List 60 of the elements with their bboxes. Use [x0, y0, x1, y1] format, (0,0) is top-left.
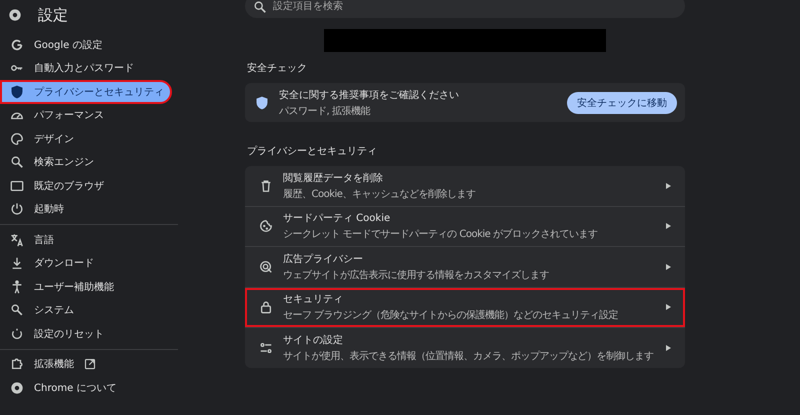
sidebar-item[interactable]: デザイン [0, 127, 172, 150]
translate-icon [10, 232, 24, 247]
row-title: サイトの設定 [283, 334, 344, 347]
sidebar-item[interactable]: Google の設定 [0, 33, 172, 56]
search-field[interactable]: 設定項目を検索 [245, 0, 685, 18]
sidebar-item[interactable]: 設定のリセット [0, 322, 172, 346]
cookie-icon [259, 219, 273, 234]
sidebar-item[interactable]: パフォーマンス [0, 104, 172, 127]
section-heading: 安全チェック [247, 62, 308, 75]
card-title: 安全に関する推奨事項をご確認ください [279, 88, 460, 102]
row-title: サードパーティ Cookie [283, 212, 392, 226]
window-icon [10, 178, 24, 193]
palette-icon [10, 132, 24, 146]
shield-icon [255, 96, 269, 110]
settings-row[interactable]: 閲覧履歴データを削除 履歴、Cookie、キャッシュなどを削除します [245, 166, 685, 206]
card-subtitle: パスワード, 拡張機能 [279, 104, 372, 118]
accessibility-icon [10, 280, 24, 294]
caret-icon [666, 223, 671, 230]
caret-icon [666, 264, 671, 270]
safety-check-button[interactable]: 安全チェックに移動 [567, 92, 677, 114]
search-icon [253, 0, 267, 14]
sidebar-item[interactable]: 自動入力とパスワード [0, 56, 172, 80]
letter-g-icon [10, 38, 24, 52]
sidebar-item[interactable]: ユーザー補助機能 [0, 275, 172, 298]
app-title: 設定 [38, 6, 68, 24]
sidebar-item[interactable]: 起動時 [0, 198, 172, 221]
row-subtitle: サイトが使用、表示できる情報（位置情報、カメラ、ポップアップなど）を制御します [283, 350, 654, 363]
row-subtitle: セーフ ブラウジング（危険なサイトからの保護機能）などのセキュリティ設定 [283, 308, 620, 322]
search-icon [10, 155, 24, 170]
download-icon [10, 256, 24, 270]
sidebar-item[interactable]: プライバシーとセキュリティ [0, 80, 172, 104]
settings-row[interactable]: セキュリティ セーフ ブラウジング（危険なサイトからの保護機能）などのセキュリティ設定 [245, 288, 685, 327]
lock-icon [259, 300, 273, 314]
row-subtitle: シークレット モードでサードパーティの Cookie がブロックされています [283, 228, 598, 242]
sidebar-item[interactable]: ダウンロード [0, 252, 172, 275]
row-title: 閲覧履歴データを削除 [283, 172, 384, 185]
row-title: セキュリティ [283, 293, 344, 306]
row-subtitle: ウェブサイトが広告表示に使用する情報をカスタマイズします [283, 268, 550, 282]
settings-row[interactable]: サイトの設定 サイトが使用、表示できる情報（位置情報、カメラ、ポップアップなど）を制御します [245, 328, 685, 368]
caret-icon [666, 304, 671, 310]
target-icon [259, 260, 273, 274]
puzzle-icon [10, 357, 24, 372]
section-heading: プライバシーとセキュリティ [247, 144, 378, 158]
row-title: 広告プライバシー [283, 252, 364, 266]
sliders-icon [259, 340, 273, 355]
sidebar-item[interactable]: 拡張機能 [0, 352, 172, 376]
settings-row[interactable]: 広告プライバシー ウェブサイトが広告表示に使用する情報をカスタマイズします [245, 247, 685, 286]
settings-row[interactable]: サードパーティ Cookie シークレット モードでサードパーティの Cookie がブロックされています [245, 206, 685, 246]
row-subtitle: 履歴、Cookie、キャッシュなどを削除します [283, 188, 476, 201]
sidebar-item[interactable]: システム [0, 298, 172, 322]
reset-icon [10, 326, 24, 341]
sidebar-item[interactable]: Chrome について [0, 376, 172, 400]
sidebar-item[interactable]: 言語 [0, 228, 172, 252]
caret-icon [666, 182, 671, 189]
shield-icon [10, 84, 24, 99]
sidebar-item[interactable]: 既定のブラウザ [0, 174, 172, 198]
sidebar-item[interactable]: 検索エンジン [0, 150, 172, 174]
caret-icon [666, 344, 671, 351]
trash-icon [259, 178, 273, 193]
power-icon [10, 202, 24, 216]
